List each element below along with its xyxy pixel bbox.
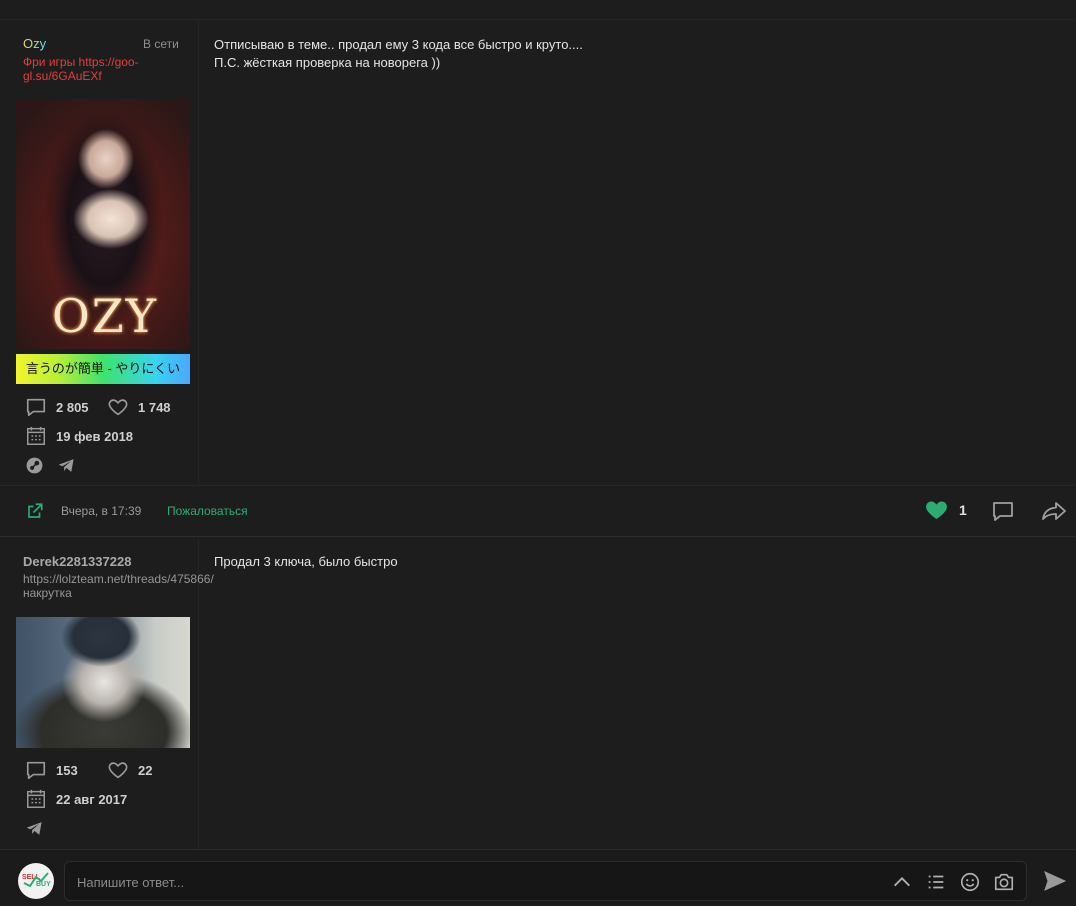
online-status: В сети	[143, 37, 179, 51]
username-link[interactable]: Ozy	[23, 36, 46, 51]
comment-icon	[26, 398, 46, 417]
reply-box	[64, 861, 1027, 901]
like-count: 1	[959, 502, 967, 518]
likes-stat[interactable]: 22	[107, 759, 152, 781]
steam-icon[interactable]	[25, 456, 44, 475]
calendar-icon	[27, 426, 45, 445]
user-sidebar: Derek2281337228 https://lolzteam.net/thr…	[0, 538, 214, 849]
camera-icon[interactable]	[993, 871, 1015, 893]
report-link[interactable]: Пожаловаться	[167, 504, 248, 518]
avatar[interactable]	[16, 617, 190, 748]
username-link[interactable]: Derek2281337228	[23, 554, 131, 569]
post-time[interactable]: Вчера, в 17:39	[61, 504, 141, 518]
post: Derek2281337228 https://lolzteam.net/thr…	[0, 538, 1076, 849]
likes-stat[interactable]: 1 748	[107, 396, 171, 418]
social-links	[25, 456, 76, 475]
messages-count: 2 805	[56, 399, 89, 415]
user-status-text: https://lolzteam.net/threads/475866/ нак…	[23, 572, 214, 600]
logo-check-icon	[23, 872, 49, 888]
send-icon[interactable]	[1043, 870, 1067, 892]
calendar-icon	[27, 789, 45, 808]
message-line: П.С. жёсткая проверка на новорега ))	[214, 55, 441, 70]
registered-date: 22 авг 2017	[56, 791, 128, 807]
list-icon[interactable]	[925, 871, 947, 893]
avatar[interactable]: OZY	[16, 99, 190, 349]
like-button[interactable]: 1	[924, 498, 967, 522]
likes-count: 22	[138, 762, 153, 778]
messages-count: 153	[56, 762, 78, 778]
post-message: Продал 3 ключа, было быстро	[214, 553, 398, 571]
comment-icon	[26, 761, 46, 780]
registered-stat: 22 авг 2017	[25, 788, 127, 810]
post: Ozy В сети Фри игры https://goo-gl.su/6G…	[0, 20, 1076, 537]
likes-count: 1 748	[138, 399, 171, 415]
heart-icon	[926, 501, 947, 519]
chevron-up-icon[interactable]	[891, 871, 913, 893]
message-line: Продал 3 ключа, было быстро	[214, 554, 398, 569]
messages-stat[interactable]: 153	[25, 759, 78, 781]
registered-stat: 19 фев 2018	[25, 425, 133, 447]
previous-post-edge	[0, 0, 1076, 20]
reply-composer: SELL BUY	[0, 849, 1076, 906]
emoji-icon[interactable]	[959, 871, 981, 893]
social-links	[25, 819, 44, 838]
heart-icon	[108, 762, 128, 779]
share-icon[interactable]	[26, 502, 44, 520]
reply-icon[interactable]	[991, 499, 1015, 523]
telegram-icon[interactable]	[57, 456, 76, 475]
forward-icon[interactable]	[1041, 499, 1067, 523]
post-message: Отписываю в теме.. продал ему 3 кода все…	[214, 36, 583, 72]
current-user-avatar[interactable]: SELL BUY	[18, 863, 54, 899]
telegram-icon[interactable]	[25, 819, 44, 838]
reply-input[interactable]	[77, 872, 677, 892]
message-line: Отписываю в теме.. продал ему 3 кода все…	[214, 37, 583, 52]
registered-date: 19 фев 2018	[56, 428, 134, 444]
user-sidebar: Ozy В сети Фри игры https://goo-gl.su/6G…	[0, 20, 199, 485]
user-status-text: Фри игры https://goo-gl.su/6GAuEXf	[23, 55, 139, 83]
messages-stat[interactable]: 2 805	[25, 396, 89, 418]
avatar-logo-text: OZY	[52, 289, 159, 343]
user-banner: 言うのが簡単 - やりにくい	[16, 354, 190, 384]
heart-icon	[108, 399, 128, 416]
post-footer: Вчера, в 17:39 Пожаловаться 1	[0, 485, 1076, 537]
